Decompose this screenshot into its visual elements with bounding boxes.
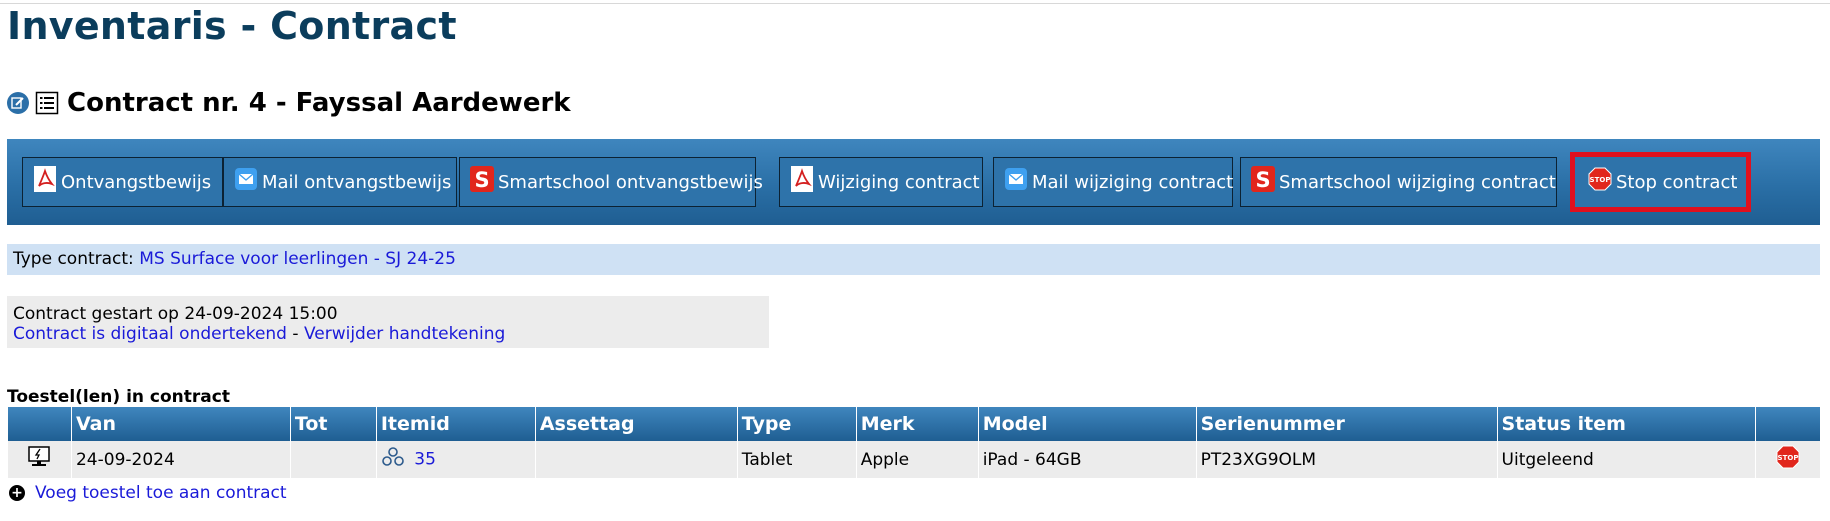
contract-type-link[interactable]: MS Surface voor leerlingen - SJ 24-25 <box>139 249 456 269</box>
stop-icon: STOP <box>1588 165 1612 193</box>
column-header-merk[interactable]: Merk <box>855 407 979 441</box>
smartschool-change-contract-button[interactable]: S Smartschool wijziging contract <box>1240 157 1557 207</box>
stop-contract-label: Stop contract <box>1616 171 1738 193</box>
cell-tot <box>289 441 377 478</box>
plus-icon: + <box>9 485 25 501</box>
cell-status: Uitgeleend <box>1496 441 1756 478</box>
cell-type: Tablet <box>736 441 857 478</box>
cell-van: 24-09-2024 <box>70 441 291 478</box>
cell-stop-action: STOP <box>1755 441 1820 478</box>
column-header-van[interactable]: Van <box>70 407 291 441</box>
cell-serienummer: PT23XG9OLM <box>1195 441 1498 478</box>
column-header-type[interactable]: Type <box>736 407 857 441</box>
column-header-model[interactable]: Model <box>977 407 1197 441</box>
smartschool-receipt-label: Smartschool ontvangstbewijs <box>498 171 763 193</box>
mail-change-contract-label: Mail wijziging contract <box>1032 171 1234 193</box>
mail-icon <box>1004 165 1028 193</box>
action-toolbar: Ontvangstbewijs Mail ontvangstbewijs S S… <box>7 139 1820 225</box>
table-header-row: Van Tot Itemid Assettag Type Merk Model … <box>7 407 1820 441</box>
cell-itemid: 35 <box>375 441 536 478</box>
pdf-icon <box>790 165 814 193</box>
contract-info-box: Contract gestart op 24-09-2024 15:00 Con… <box>7 296 769 348</box>
cell-model: iPad - 64GB <box>977 441 1197 478</box>
svg-text:S: S <box>474 168 489 192</box>
column-header-action <box>1755 407 1820 441</box>
smartschool-receipt-button[interactable]: S Smartschool ontvangstbewijs <box>459 157 763 207</box>
pdf-icon <box>33 165 57 193</box>
contract-started-text: Contract gestart op 24-09-2024 15:00 <box>13 304 338 324</box>
column-header-icon <box>7 407 72 441</box>
column-header-itemid[interactable]: Itemid <box>375 407 536 441</box>
smartschool-icon: S <box>1251 165 1275 193</box>
change-contract-pdf-label: Wijziging contract <box>818 171 980 193</box>
remove-signature-link[interactable]: Verwijder handtekening <box>304 324 505 344</box>
smartschool-icon: S <box>470 165 494 193</box>
device-icon <box>26 446 52 474</box>
edit-icon[interactable] <box>7 92 29 114</box>
contract-header: Contract nr. 4 - Fayssal Aardewerk <box>7 88 571 118</box>
signed-contract-link[interactable]: Contract is digitaal ondertekend <box>13 324 287 344</box>
column-header-status[interactable]: Status item <box>1496 407 1756 441</box>
device-icon-cell <box>7 441 72 478</box>
add-device-row: + Voeg toestel toe aan contract <box>9 483 287 503</box>
stop-contract-button[interactable]: STOP Stop contract <box>1570 152 1751 212</box>
devices-table: Van Tot Itemid Assettag Type Merk Model … <box>7 407 1820 478</box>
mail-receipt-button[interactable]: Mail ontvangstbewijs <box>223 157 457 207</box>
mail-icon <box>234 165 258 193</box>
devices-section-label: Toestel(len) in contract <box>7 387 230 407</box>
item-cluster-icon <box>381 446 405 473</box>
svg-text:STOP: STOP <box>1590 176 1611 184</box>
svg-text:STOP: STOP <box>1778 454 1799 462</box>
add-device-link[interactable]: Voeg toestel toe aan contract <box>35 483 287 503</box>
list-icon[interactable] <box>35 91 59 115</box>
receipt-pdf-button[interactable]: Ontvangstbewijs <box>22 157 223 207</box>
receipt-pdf-label: Ontvangstbewijs <box>61 171 212 193</box>
change-contract-pdf-button[interactable]: Wijziging contract <box>779 157 983 207</box>
column-header-serienummer[interactable]: Serienummer <box>1195 407 1498 441</box>
table-row: 24-09-2024 35 Tablet Apple iPad - 64GB P… <box>7 441 1820 478</box>
link-separator: - <box>292 324 299 344</box>
column-header-tot[interactable]: Tot <box>289 407 377 441</box>
cell-assettag <box>534 441 738 478</box>
contract-heading: Contract nr. 4 - Fayssal Aardewerk <box>67 88 571 118</box>
smartschool-change-contract-label: Smartschool wijziging contract <box>1279 171 1556 193</box>
stop-device-icon[interactable]: STOP <box>1775 445 1801 475</box>
item-id-link[interactable]: 35 <box>414 450 436 470</box>
contract-type-row: Type contract: MS Surface voor leerlinge… <box>7 244 1820 275</box>
svg-text:S: S <box>1255 168 1270 192</box>
mail-change-contract-button[interactable]: Mail wijziging contract <box>993 157 1233 207</box>
cell-merk: Apple <box>855 441 979 478</box>
contract-type-label: Type contract: <box>13 249 134 269</box>
page-title: Inventaris - Contract <box>7 4 457 48</box>
mail-receipt-label: Mail ontvangstbewijs <box>262 171 452 193</box>
column-header-assettag[interactable]: Assettag <box>534 407 738 441</box>
